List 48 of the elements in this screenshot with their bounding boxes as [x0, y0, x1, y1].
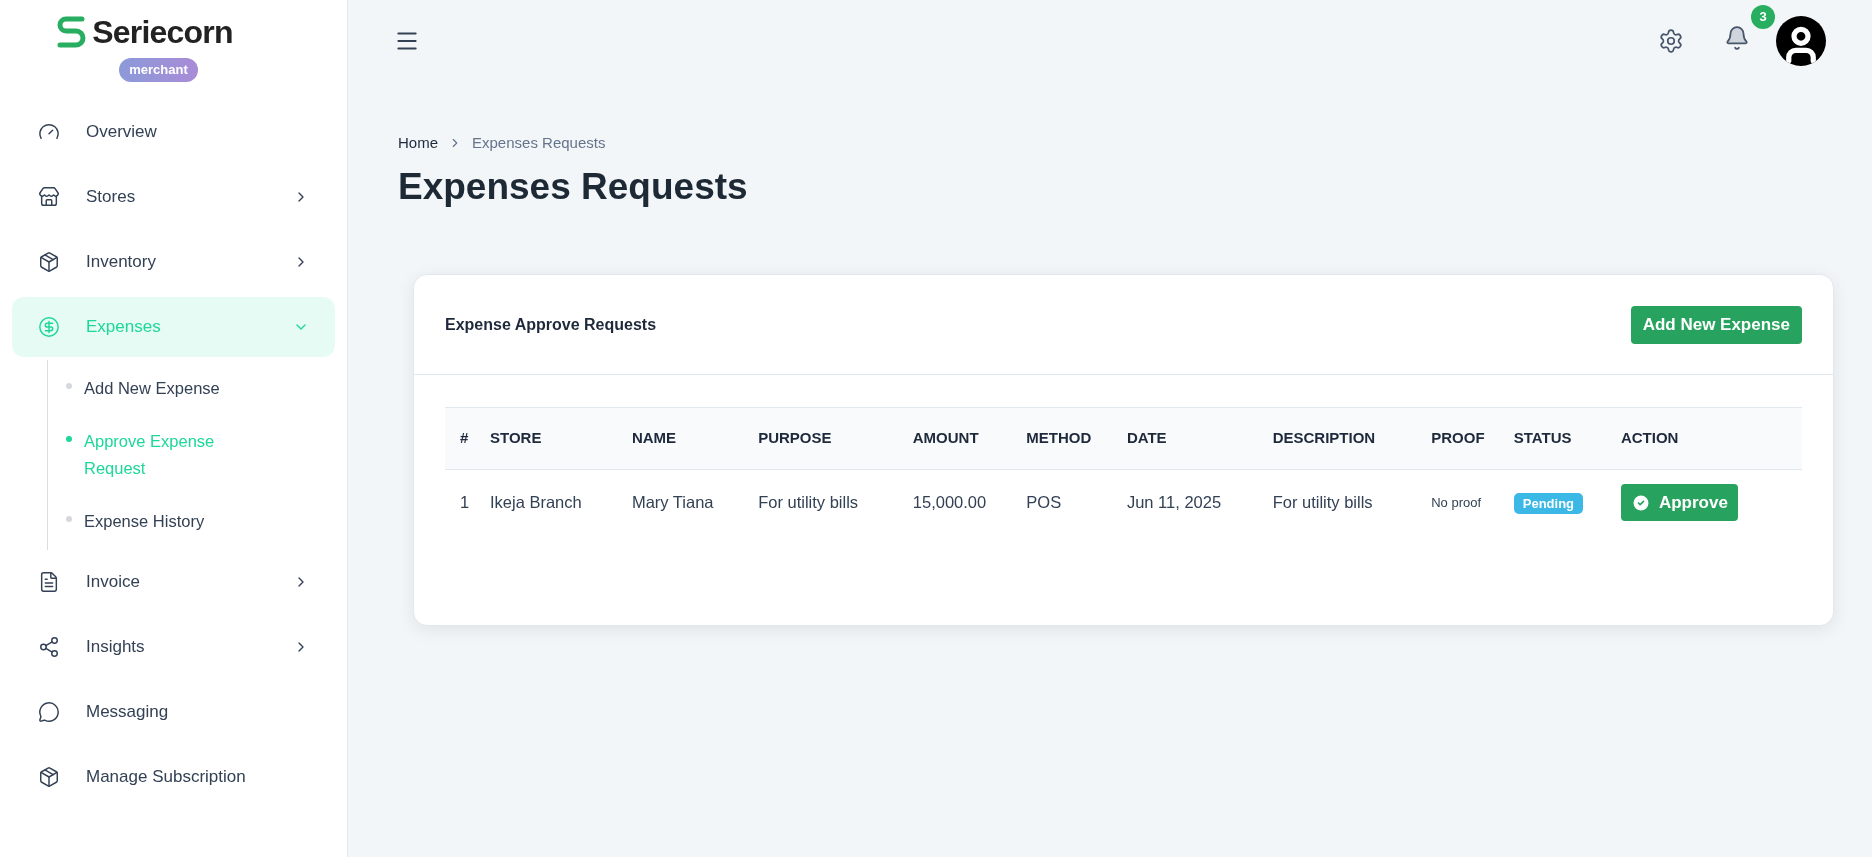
column-header: STATUS: [1513, 407, 1621, 470]
table-cell: No proof: [1431, 469, 1514, 536]
column-header: PURPOSE: [758, 407, 913, 470]
column-header: STORE: [490, 407, 632, 470]
table-cell: Mary Tiana: [631, 469, 759, 536]
table-cell: POS: [1026, 469, 1127, 536]
nav-item[interactable]: Inventory: [12, 232, 335, 292]
nav-item[interactable]: Invoice: [12, 552, 335, 612]
breadcrumb-item: Expenses Requests: [472, 133, 606, 153]
notification-badge: 3: [1751, 4, 1775, 29]
table-cell: Ikeja Branch: [490, 469, 632, 536]
box-icon: [38, 251, 60, 273]
table-cell: For utility bills: [1272, 469, 1432, 536]
nav-item[interactable]: Overview: [12, 102, 335, 162]
nav-item[interactable]: Manage Subscription: [12, 747, 335, 807]
status-badge: Pending: [1513, 492, 1584, 514]
nav-item[interactable]: Messaging: [12, 682, 335, 742]
column-header: NAME: [631, 407, 759, 470]
column-header: ACTION: [1620, 407, 1802, 470]
table-cell: 1: [445, 469, 490, 536]
avatar[interactable]: [1776, 16, 1826, 66]
settings-button[interactable]: [1658, 28, 1684, 54]
subnav-item[interactable]: Expense History: [84, 507, 244, 535]
column-header: METHOD: [1026, 407, 1127, 470]
column-header: DATE: [1126, 407, 1273, 470]
column-header: AMOUNT: [912, 407, 1027, 470]
chat-icon: [38, 701, 60, 723]
column-header: DESCRIPTION: [1272, 407, 1432, 470]
brand-name: Seriecorn: [92, 13, 233, 52]
dollar-icon: [38, 316, 60, 338]
table-cell: 15,000.00: [912, 469, 1027, 536]
column-header: PROOF: [1431, 407, 1514, 470]
nav-item[interactable]: Stores: [12, 167, 335, 227]
check-icon: [1630, 492, 1651, 513]
breadcrumb-item[interactable]: Home: [398, 132, 438, 155]
store-icon: [38, 186, 60, 208]
column-header: #: [445, 407, 490, 470]
box-icon: [38, 766, 60, 788]
notifications-button[interactable]: [1724, 24, 1750, 51]
table-cell: Jun 11, 2025: [1126, 469, 1273, 536]
document-icon: [38, 571, 60, 593]
subnav-item[interactable]: Add New Expense: [84, 374, 244, 402]
nav-item[interactable]: Insights: [12, 617, 335, 677]
nodes-icon: [38, 636, 60, 658]
table-cell: For utility bills: [758, 469, 913, 536]
page-title: Expenses Requests: [398, 164, 749, 209]
card-title: Expense Approve Requests: [445, 314, 657, 335]
role-badge: merchant: [119, 58, 198, 82]
